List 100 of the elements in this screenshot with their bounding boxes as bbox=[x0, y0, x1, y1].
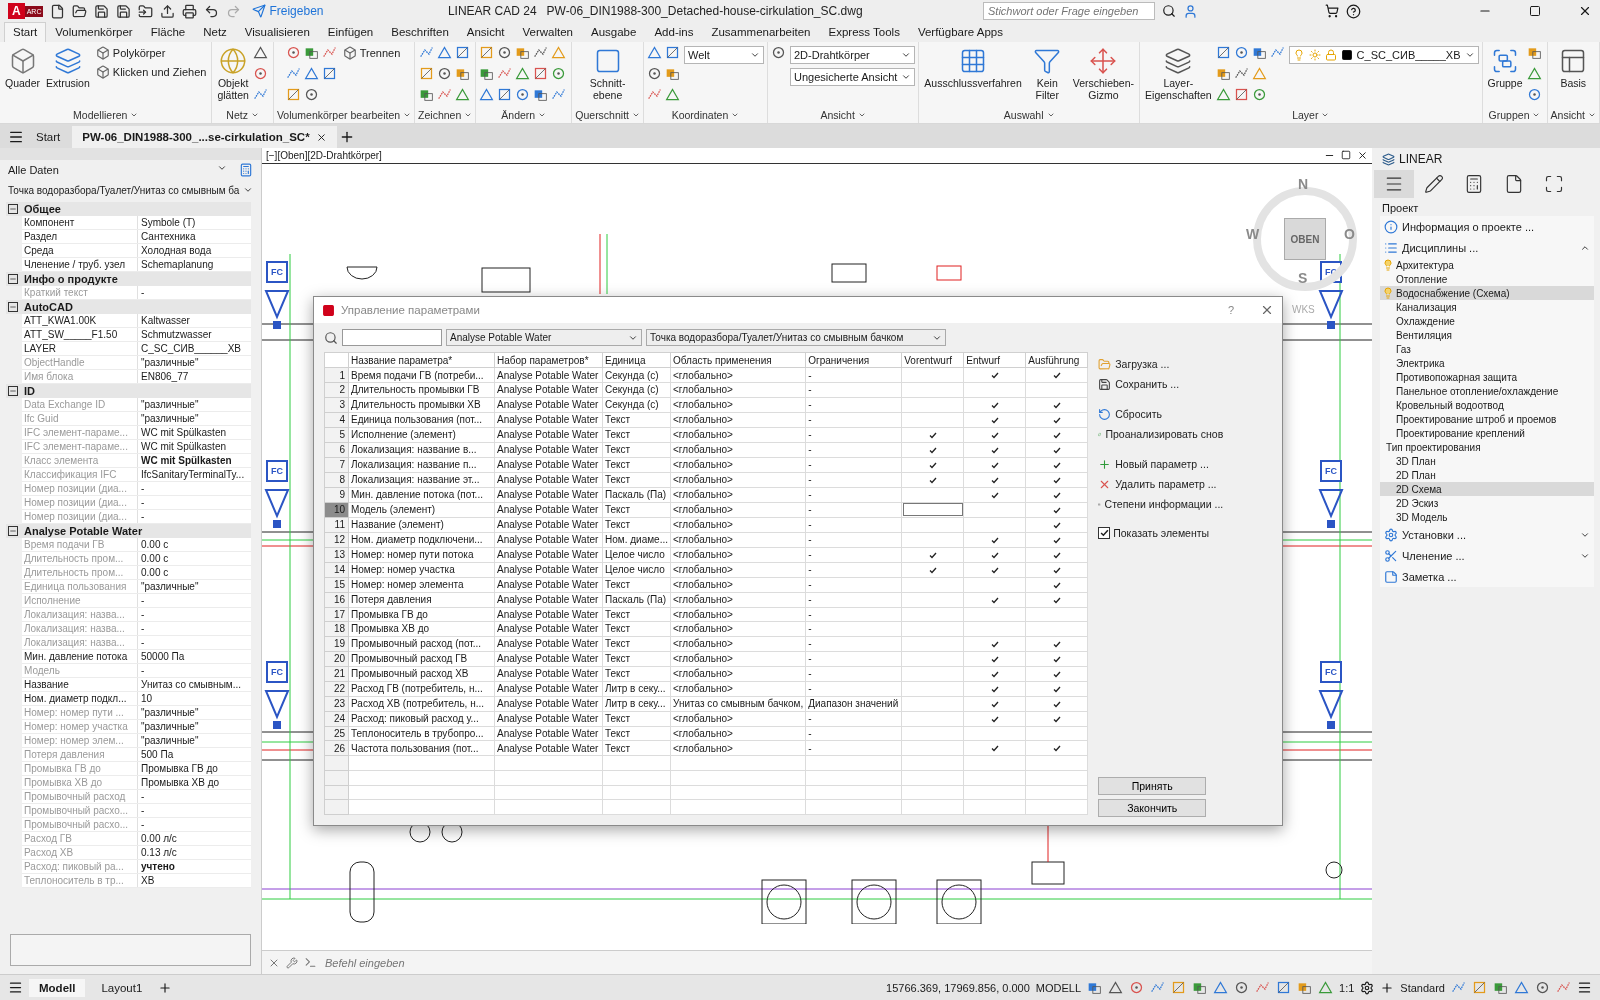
search-field[interactable] bbox=[342, 329, 442, 346]
caret-icon[interactable] bbox=[250, 111, 259, 119]
ribbon-tab[interactable]: Einfügen bbox=[318, 22, 383, 42]
check-cell[interactable] bbox=[963, 412, 1026, 428]
check-cell[interactable] bbox=[901, 382, 964, 398]
design-type-item[interactable]: 3D Модель bbox=[1380, 510, 1594, 524]
property-value[interactable]: 50000 Па bbox=[138, 650, 251, 663]
caret-icon[interactable] bbox=[403, 111, 412, 119]
check-cell[interactable] bbox=[963, 367, 1026, 383]
tool-icon[interactable] bbox=[1087, 980, 1103, 995]
caret-icon[interactable] bbox=[538, 111, 547, 119]
tool-icon[interactable] bbox=[647, 45, 662, 60]
check-cell[interactable] bbox=[901, 607, 964, 622]
discipline-item[interactable]: Панельное отопление/охлаждение bbox=[1380, 384, 1594, 398]
ribbon-tab[interactable]: Verfügbare Apps bbox=[908, 22, 1012, 42]
user-icon[interactable] bbox=[1183, 3, 1198, 19]
check-cell[interactable] bbox=[901, 397, 964, 413]
group-label[interactable]: Querschnitt bbox=[575, 109, 629, 121]
discipline-item[interactable]: Архитектура bbox=[1380, 258, 1594, 272]
tool-icon[interactable] bbox=[1129, 980, 1145, 995]
tool-icon[interactable] bbox=[533, 66, 549, 81]
ribbon-button[interactable]: Trennen bbox=[340, 45, 403, 61]
column-header[interactable]: Entwurf bbox=[963, 352, 1026, 368]
property-value[interactable]: Kaltwasser bbox=[138, 314, 251, 327]
discipline-item[interactable]: Охлаждение bbox=[1380, 314, 1594, 328]
property-value[interactable]: Унитаз со смывным... bbox=[138, 678, 251, 691]
new-file-icon[interactable] bbox=[50, 3, 66, 19]
ribbon-tab[interactable]: Fläche bbox=[141, 22, 195, 42]
group-label[interactable]: Koordinaten bbox=[671, 109, 729, 121]
ribbon-tab[interactable]: Netz bbox=[194, 22, 236, 42]
check-cell[interactable] bbox=[963, 517, 1026, 533]
document-tab[interactable]: Start bbox=[26, 126, 71, 148]
check-cell[interactable] bbox=[963, 711, 1026, 727]
group-label[interactable]: Ansicht bbox=[820, 109, 855, 121]
group-label[interactable]: Layer bbox=[1292, 109, 1319, 121]
tool-icon[interactable] bbox=[436, 66, 452, 81]
section-header[interactable]: Analyse Potable Water bbox=[6, 524, 251, 538]
layer-dropdown[interactable]: C_SC_СИВ_____XB bbox=[1288, 46, 1479, 64]
check-cell[interactable] bbox=[901, 472, 964, 488]
check-cell[interactable] bbox=[1025, 621, 1088, 637]
caret-icon[interactable] bbox=[1532, 111, 1541, 119]
check-cell[interactable] bbox=[901, 711, 964, 727]
ribbon-tab[interactable]: Zusammenarbeiten bbox=[702, 22, 820, 42]
tool-icon[interactable] bbox=[665, 87, 680, 102]
tool-icon[interactable] bbox=[285, 45, 301, 60]
check-cell[interactable] bbox=[901, 427, 964, 443]
tool-icon[interactable] bbox=[479, 45, 495, 60]
check-cell[interactable] bbox=[1025, 502, 1088, 518]
column-header[interactable]: Название параметра* bbox=[348, 352, 495, 368]
check-cell[interactable] bbox=[901, 517, 964, 533]
check-cell[interactable] bbox=[1025, 696, 1088, 712]
dropdown[interactable]: 2D-Drahtkörper bbox=[790, 46, 916, 64]
check-cell[interactable] bbox=[1025, 607, 1088, 622]
caret-icon[interactable] bbox=[1588, 111, 1596, 119]
check-cell[interactable] bbox=[963, 457, 1026, 473]
check-cell[interactable] bbox=[1025, 412, 1088, 428]
new-layout-icon[interactable] bbox=[158, 980, 173, 995]
tool-icon[interactable] bbox=[1472, 980, 1487, 995]
group-label[interactable]: Gruppen bbox=[1488, 109, 1530, 121]
section-header[interactable]: Инфо о продукте bbox=[6, 272, 251, 286]
ribbon-button[interactable]: Polykörper bbox=[93, 45, 209, 61]
check-cell[interactable] bbox=[963, 651, 1026, 667]
check-cell[interactable] bbox=[901, 726, 964, 741]
check-cell[interactable] bbox=[1025, 532, 1088, 548]
tool-icon[interactable] bbox=[303, 87, 319, 102]
group-label[interactable]: Auswahl bbox=[1003, 109, 1044, 121]
folder-icon[interactable] bbox=[72, 3, 88, 19]
tool-icon[interactable] bbox=[303, 66, 319, 81]
caret-icon[interactable] bbox=[130, 111, 139, 119]
close-icon[interactable] bbox=[315, 131, 327, 143]
help-icon[interactable] bbox=[1346, 3, 1361, 19]
action-button[interactable]: Удалить параметр ... bbox=[1098, 475, 1224, 493]
tool-icon[interactable] bbox=[321, 66, 337, 81]
action-button[interactable]: Загрузка ... bbox=[1098, 355, 1224, 373]
panel-item[interactable]: Членение ... bbox=[1380, 545, 1594, 566]
check-cell[interactable] bbox=[963, 547, 1026, 563]
design-type-item[interactable]: 2D Схема bbox=[1380, 482, 1594, 496]
upload-icon[interactable] bbox=[160, 3, 176, 19]
check-cell[interactable] bbox=[1025, 367, 1088, 383]
tool-icon[interactable] bbox=[1297, 980, 1313, 995]
tool-icon[interactable] bbox=[1233, 45, 1249, 60]
column-header[interactable]: Область применения bbox=[670, 352, 806, 368]
section-header[interactable]: ID bbox=[6, 384, 251, 398]
column-header[interactable]: Ausführung bbox=[1025, 352, 1088, 368]
dropdown[interactable]: Welt bbox=[684, 46, 764, 64]
tool-icon[interactable] bbox=[1535, 980, 1550, 995]
parameter-set-dropdown[interactable]: Analyse Potable Water bbox=[446, 329, 642, 346]
check-cell[interactable] bbox=[901, 666, 964, 682]
ribbon-tab[interactable]: Volumenkörper bbox=[46, 22, 142, 42]
section-header[interactable]: AutoCAD bbox=[6, 300, 251, 314]
caret-icon[interactable] bbox=[731, 111, 740, 119]
check-cell[interactable] bbox=[1025, 547, 1088, 563]
tool-icon[interactable] bbox=[533, 87, 549, 102]
tool-icon[interactable] bbox=[1318, 980, 1334, 995]
group-label[interactable]: Ansicht bbox=[1550, 109, 1585, 121]
group-label[interactable]: Netz bbox=[226, 109, 248, 121]
restore-icon[interactable] bbox=[1341, 150, 1351, 160]
check-cell[interactable] bbox=[963, 666, 1026, 682]
dialog-button[interactable]: Закончить bbox=[1098, 799, 1207, 817]
check-cell[interactable] bbox=[963, 577, 1026, 593]
